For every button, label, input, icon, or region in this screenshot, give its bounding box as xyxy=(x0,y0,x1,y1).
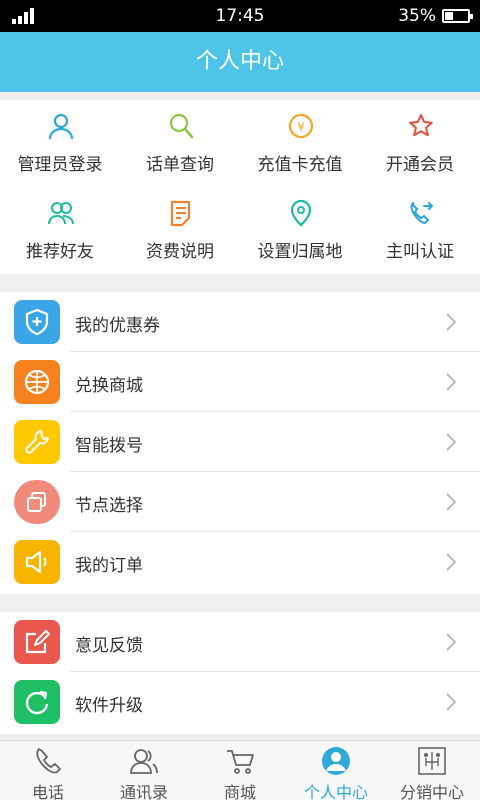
wrench-icon xyxy=(14,420,60,464)
chevron-right-icon xyxy=(446,313,457,331)
document-icon xyxy=(170,200,191,227)
shield-plus-icon xyxy=(14,300,60,344)
menu-group-2: 意见反馈 软件升级 xyxy=(0,612,480,734)
speaker-icon xyxy=(14,540,60,584)
menu-group-1: 我的优惠券 兑换商城 智能拨号 节点选择 我的订单 xyxy=(0,292,480,594)
page-title: 个人中心 xyxy=(0,32,480,92)
menu-item-software-update[interactable]: 软件升级 xyxy=(0,672,480,732)
star-icon xyxy=(409,114,433,137)
chevron-right-icon xyxy=(446,373,457,391)
action-caller-verification[interactable]: 主叫认证 xyxy=(360,187,480,274)
chevron-right-icon xyxy=(446,433,457,451)
refresh-icon xyxy=(14,680,60,724)
phone-icon xyxy=(36,748,61,774)
menu-item-feedback[interactable]: 意见反馈 xyxy=(0,612,480,672)
battery-percent: 35% xyxy=(398,6,436,26)
status-bar: 17:45 35% xyxy=(0,0,480,32)
chevron-right-icon xyxy=(446,493,457,511)
chevron-right-icon xyxy=(446,633,457,651)
users-icon xyxy=(48,202,74,225)
action-pricing[interactable]: 资费说明 xyxy=(120,187,240,274)
action-call-records[interactable]: 话单查询 xyxy=(120,100,240,187)
tab-contacts[interactable]: 通讯录 xyxy=(96,741,192,800)
nodes-icon xyxy=(14,480,60,524)
menu-item-node-select[interactable]: 节点选择 xyxy=(0,472,480,532)
action-membership[interactable]: 开通会员 xyxy=(360,100,480,187)
user-icon xyxy=(48,113,74,140)
menu-item-my-orders[interactable]: 我的订单 xyxy=(0,532,480,592)
chevron-right-icon xyxy=(446,693,457,711)
chevron-right-icon xyxy=(446,553,457,571)
battery-icon xyxy=(442,9,473,23)
globe-icon xyxy=(14,360,60,404)
tab-distribution[interactable]: 分销中心 xyxy=(384,741,480,800)
svg-text:¥: ¥ xyxy=(297,120,305,134)
profile-icon xyxy=(322,747,350,775)
location-pin-icon xyxy=(290,199,312,227)
phone-forward-icon xyxy=(410,202,434,224)
bottom-tab-bar: 电话 通讯录 商城 个人中心 分销中心 xyxy=(0,740,480,800)
yen-coin-icon: ¥ xyxy=(288,113,314,139)
edit-icon xyxy=(14,620,60,664)
tab-profile[interactable]: 个人中心 xyxy=(288,741,384,800)
action-admin-login[interactable]: 管理员登录 xyxy=(0,100,120,187)
menu-item-smart-dial[interactable]: 智能拨号 xyxy=(0,412,480,472)
menu-item-exchange-mall[interactable]: 兑换商城 xyxy=(0,352,480,412)
search-icon xyxy=(169,113,194,139)
tab-phone[interactable]: 电话 xyxy=(0,741,96,800)
cart-icon xyxy=(227,750,254,774)
tab-mall[interactable]: 商城 xyxy=(192,741,288,800)
action-set-home-location[interactable]: 设置归属地 xyxy=(240,187,360,274)
menu-item-coupons[interactable]: 我的优惠券 xyxy=(0,292,480,352)
distribution-icon xyxy=(418,747,446,775)
contacts-icon xyxy=(130,749,158,774)
action-invite-friends[interactable]: 推荐好友 xyxy=(0,187,120,274)
action-card-recharge[interactable]: ¥ 充值卡充值 xyxy=(240,100,360,187)
quick-actions-grid: 管理员登录 话单查询 ¥ 充值卡充值 开通会员 推荐好友 资费说明 设置归属地 … xyxy=(0,100,480,274)
